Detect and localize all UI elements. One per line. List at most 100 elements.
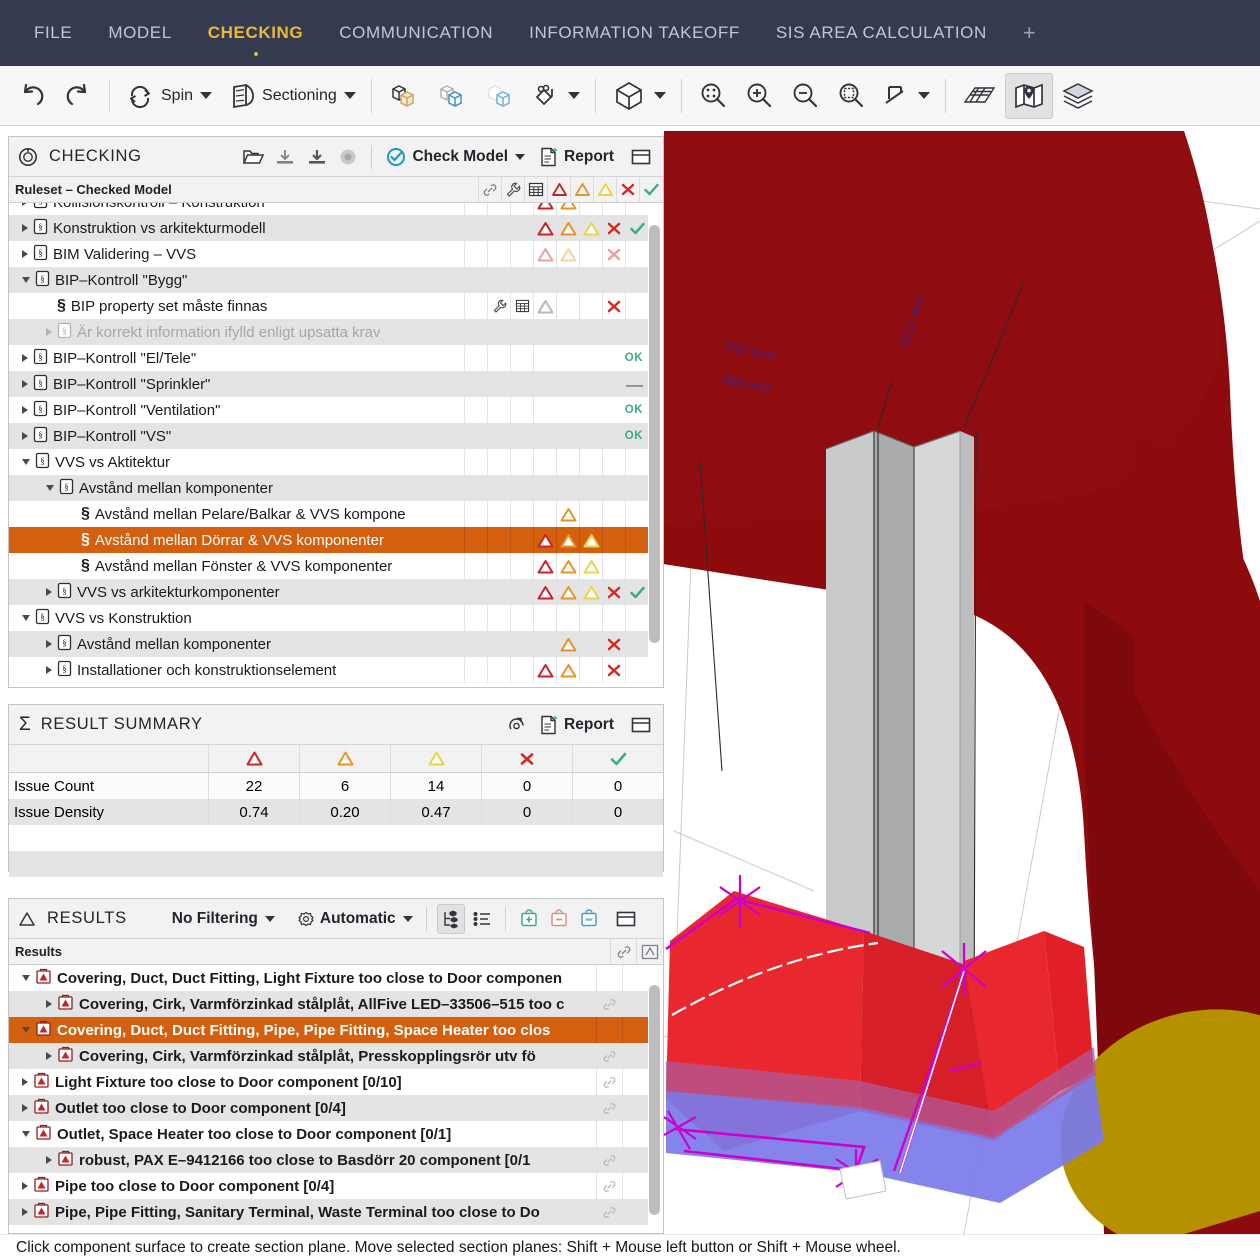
menu-item-information-takeoff[interactable]: INFORMATION TAKEOFF bbox=[511, 0, 758, 66]
zoom-fit-button[interactable] bbox=[691, 73, 735, 119]
results-row[interactable]: Covering, Duct, Duct Fitting, Light Fixt… bbox=[9, 965, 649, 991]
expand-arrow-icon[interactable] bbox=[46, 1052, 52, 1060]
collapse-arrow-icon[interactable] bbox=[22, 615, 30, 621]
3d-model-render[interactable] bbox=[664, 131, 1260, 1234]
open-ruleset-button[interactable] bbox=[239, 142, 267, 172]
ruleset-row[interactable]: § BIM Validering – VVS bbox=[9, 241, 649, 267]
ruleset-row[interactable]: § Är korrekt information ifylld enligt up… bbox=[9, 319, 649, 345]
ruleset-tree[interactable]: § Kollisionskontroll – Konstruktion § Konst… bbox=[9, 203, 663, 687]
expand-arrow-icon[interactable] bbox=[22, 406, 28, 414]
zoom-area-button[interactable] bbox=[829, 73, 873, 119]
ruleset-row[interactable]: § VVS vs Konstruktion bbox=[9, 605, 649, 631]
chevron-down-icon[interactable] bbox=[200, 92, 213, 99]
expand-arrow-icon[interactable] bbox=[22, 203, 28, 206]
link-icon[interactable] bbox=[597, 1069, 623, 1095]
layers-button[interactable] bbox=[1055, 73, 1101, 119]
severity-red-icon[interactable] bbox=[548, 177, 571, 202]
expand-arrow-icon[interactable] bbox=[22, 354, 28, 362]
link-icon[interactable] bbox=[597, 1147, 623, 1173]
report-button[interactable]: Report bbox=[536, 142, 617, 172]
results-row[interactable]: Covering, Duct, Duct Fitting, Pipe, Pipe… bbox=[9, 1017, 649, 1043]
expand-arrow-icon[interactable] bbox=[22, 432, 28, 440]
expand-arrow-icon[interactable] bbox=[22, 250, 28, 258]
table-icon[interactable] bbox=[511, 293, 534, 319]
ruleset-scrollbar[interactable] bbox=[648, 203, 661, 687]
expand-arrow-icon[interactable] bbox=[46, 328, 52, 336]
results-row[interactable]: Pipe too close to Door component [0/4] bbox=[9, 1173, 649, 1199]
collapse-arrow-icon[interactable] bbox=[22, 459, 30, 465]
snapshot-button[interactable] bbox=[504, 710, 532, 740]
results-row[interactable]: Covering, Cirk, Varmförzinkad stålplåt, … bbox=[9, 1043, 649, 1069]
collapse-results-panel-button[interactable] bbox=[612, 904, 640, 934]
ruleset-row[interactable]: § BIP–Kontroll "El/Tele" OK bbox=[9, 345, 649, 371]
results-row[interactable]: Pipe, Pipe Fitting, Sanitary Terminal, W… bbox=[9, 1199, 649, 1225]
filter-dropdown[interactable]: No Filtering bbox=[169, 904, 278, 934]
pass-icon[interactable] bbox=[640, 177, 663, 202]
remove-result-button[interactable] bbox=[546, 904, 572, 934]
link-icon[interactable] bbox=[597, 1199, 623, 1225]
expand-arrow-icon[interactable] bbox=[46, 1000, 52, 1008]
add-result-button[interactable] bbox=[516, 904, 542, 934]
chevron-down-icon[interactable] bbox=[343, 92, 356, 99]
results-row[interactable]: Covering, Cirk, Varmförzinkad stålplåt, … bbox=[9, 991, 649, 1017]
expand-arrow-icon[interactable] bbox=[22, 1104, 28, 1112]
link-icon[interactable] bbox=[597, 1095, 623, 1121]
add-tab-button[interactable]: + bbox=[1005, 20, 1054, 46]
export-ruleset-button[interactable] bbox=[303, 142, 331, 172]
import-ruleset-button[interactable] bbox=[271, 142, 299, 172]
list-view-button[interactable] bbox=[469, 904, 495, 934]
zoom-in-button[interactable] bbox=[737, 73, 781, 119]
grid-button[interactable] bbox=[955, 73, 1003, 119]
collapse-arrow-icon[interactable] bbox=[22, 1131, 30, 1137]
severity-yellow-icon[interactable] bbox=[594, 177, 617, 202]
menu-item-file[interactable]: FILE bbox=[16, 0, 90, 66]
collapse-checking-panel-button[interactable] bbox=[627, 142, 655, 172]
wrench-icon[interactable] bbox=[488, 293, 511, 319]
transparent-objects-button[interactable] bbox=[381, 73, 427, 119]
ruleset-row[interactable]: § Avstånd mellan Dörrar & VVS komponenter bbox=[9, 527, 649, 553]
hidden-objects-button[interactable] bbox=[429, 73, 475, 119]
collapse-arrow-icon[interactable] bbox=[46, 485, 54, 491]
ruleset-scrollbar-thumb[interactable] bbox=[649, 225, 660, 643]
paint-objects-button[interactable] bbox=[525, 73, 586, 119]
spin-button[interactable]: Spin bbox=[119, 73, 218, 119]
result-summary-report-button[interactable]: Report bbox=[536, 710, 617, 740]
ruleset-row[interactable]: § Avstånd mellan komponenter bbox=[9, 475, 649, 501]
chevron-down-icon[interactable] bbox=[264, 915, 275, 922]
link-icon[interactable] bbox=[597, 991, 623, 1017]
map-view-button[interactable] bbox=[1004, 72, 1053, 119]
collapse-arrow-icon[interactable] bbox=[22, 277, 30, 283]
severity-orange-icon[interactable] bbox=[571, 177, 594, 202]
fail-icon[interactable] bbox=[617, 177, 640, 202]
results-row[interactable]: robust, PAX E–9412166 too close to Basdö… bbox=[9, 1147, 649, 1173]
highlight-icon[interactable] bbox=[637, 939, 663, 964]
menu-item-checking[interactable]: CHECKING bbox=[190, 0, 321, 66]
expand-arrow-icon[interactable] bbox=[22, 224, 28, 232]
view-cube-button[interactable] bbox=[605, 73, 672, 119]
ruleset-row[interactable]: § BIP property set måste finnas bbox=[9, 293, 649, 319]
collapse-result-summary-button[interactable] bbox=[627, 710, 655, 740]
expand-arrow-icon[interactable] bbox=[22, 1078, 28, 1086]
ruleset-row[interactable]: § Konstruktion vs arkitekturmodell bbox=[9, 215, 649, 241]
chevron-down-icon[interactable] bbox=[653, 92, 666, 99]
collapse-arrow-icon[interactable] bbox=[22, 1027, 30, 1033]
ghost-objects-button[interactable] bbox=[477, 73, 523, 119]
menu-item-sis-area-calculation[interactable]: SIS AREA CALCULATION bbox=[758, 0, 1005, 66]
ruleset-row[interactable]: § Installationer och konstruktionselement bbox=[9, 657, 649, 683]
expand-arrow-icon[interactable] bbox=[46, 588, 52, 596]
results-tree[interactable]: Covering, Duct, Duct Fitting, Light Fixt… bbox=[9, 965, 663, 1233]
chevron-down-icon[interactable] bbox=[402, 915, 413, 922]
ruleset-row[interactable]: § Avstånd mellan komponenter bbox=[9, 631, 649, 657]
link-icon[interactable] bbox=[611, 939, 637, 964]
expand-arrow-icon[interactable] bbox=[22, 1182, 28, 1190]
ruleset-row[interactable]: § BIP–Kontroll "Ventilation" OK bbox=[9, 397, 649, 423]
expand-arrow-icon[interactable] bbox=[22, 1208, 28, 1216]
chevron-down-icon[interactable] bbox=[567, 92, 580, 99]
ruleset-row[interactable]: § Avstånd mellan Pelare/Balkar & VVS komp… bbox=[9, 501, 649, 527]
ruleset-row[interactable]: § BIP–Kontroll "Sprinkler" — bbox=[9, 371, 649, 397]
expand-arrow-icon[interactable] bbox=[46, 640, 52, 648]
redo-button[interactable] bbox=[56, 73, 100, 119]
undo-button[interactable] bbox=[10, 73, 54, 119]
expand-arrow-icon[interactable] bbox=[46, 666, 52, 674]
link-icon[interactable] bbox=[597, 1173, 623, 1199]
